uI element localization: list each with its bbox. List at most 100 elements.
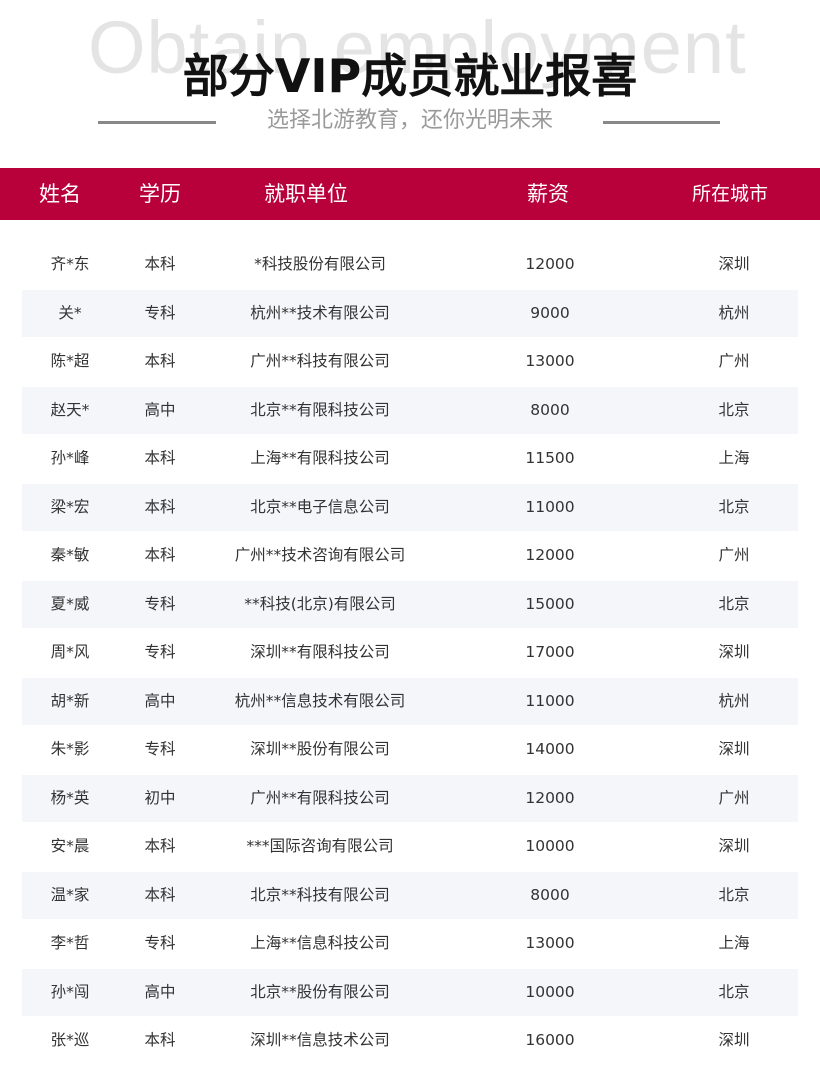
cell-city: 深圳 bbox=[718, 1031, 750, 1049]
cell-company: 北京**股份有限公司 bbox=[250, 982, 390, 1001]
cell-city: 深圳 bbox=[718, 837, 750, 855]
cell-name: 李*哲 bbox=[50, 934, 90, 952]
cell-salary: 8000 bbox=[530, 400, 570, 419]
cell-salary: 12000 bbox=[525, 255, 575, 273]
header-company: 就职单位 bbox=[264, 182, 348, 206]
table-row: 孙*闯 高中 北京**股份有限公司 10000 北京 bbox=[0, 968, 820, 1017]
cell-name: 安*晨 bbox=[50, 837, 90, 855]
cell-salary: 14000 bbox=[525, 740, 575, 758]
cell-name: 秦*敏 bbox=[50, 546, 90, 564]
cell-company: 北京**科技有限公司 bbox=[250, 885, 390, 904]
cell-salary: 10000 bbox=[525, 982, 575, 1001]
cell-name: 温*家 bbox=[50, 885, 90, 904]
cell-name: 朱*影 bbox=[50, 740, 90, 758]
cell-company: **科技(北京)有限公司 bbox=[244, 594, 396, 613]
cell-city: 杭州 bbox=[718, 303, 750, 322]
cell-education: 专科 bbox=[144, 594, 176, 613]
table-row: 陈*超 本科 广州**科技有限公司 13000 广州 bbox=[0, 337, 820, 386]
table-row: 朱*影 专科 深圳**股份有限公司 14000 深圳 bbox=[0, 725, 820, 774]
cell-education: 本科 bbox=[144, 885, 176, 904]
cell-company: 杭州**信息技术有限公司 bbox=[234, 691, 406, 710]
cell-name: 梁*宏 bbox=[50, 497, 90, 516]
cell-name: 关* bbox=[58, 303, 82, 322]
subtitle-divider-right bbox=[603, 121, 720, 124]
cell-name: 孙*闯 bbox=[50, 982, 90, 1001]
cell-name: 胡*新 bbox=[50, 691, 90, 710]
table-row: 孙*峰 本科 上海**有限科技公司 11500 上海 bbox=[0, 434, 820, 483]
cell-company: 广州**有限科技公司 bbox=[250, 788, 390, 807]
page-header: Obtain employment 部分VIP成员就业报喜 选择北游教育，还你光… bbox=[0, 0, 820, 168]
cell-education: 本科 bbox=[144, 1031, 176, 1049]
table-row: 李*哲 专科 上海**信息科技公司 13000 上海 bbox=[0, 919, 820, 968]
cell-company: 杭州**技术有限公司 bbox=[250, 303, 390, 322]
table-header: 姓名 学历 就职单位 薪资 所在城市 bbox=[0, 168, 820, 220]
cell-education: 专科 bbox=[144, 643, 176, 661]
cell-salary: 13000 bbox=[525, 934, 575, 952]
cell-company: 北京**有限科技公司 bbox=[250, 400, 390, 419]
cell-company: 深圳**股份有限公司 bbox=[250, 740, 390, 758]
cell-city: 北京 bbox=[718, 594, 750, 613]
cell-company: 深圳**有限科技公司 bbox=[250, 643, 390, 661]
header-city: 所在城市 bbox=[691, 183, 768, 205]
cell-company: *科技股份有限公司 bbox=[254, 255, 386, 273]
cell-name: 张*巡 bbox=[50, 1031, 90, 1049]
header-name: 姓名 bbox=[39, 182, 81, 206]
cell-city: 广州 bbox=[718, 546, 750, 564]
cell-salary: 9000 bbox=[530, 303, 570, 322]
cell-salary: 15000 bbox=[525, 594, 575, 613]
table-row: 赵天* 高中 北京**有限科技公司 8000 北京 bbox=[0, 386, 820, 435]
cell-education: 本科 bbox=[144, 352, 176, 370]
cell-city: 深圳 bbox=[718, 643, 750, 661]
cell-name: 赵天* bbox=[50, 400, 90, 419]
cell-salary: 16000 bbox=[525, 1031, 575, 1049]
cell-company: 深圳**信息技术公司 bbox=[250, 1031, 390, 1049]
cell-education: 高中 bbox=[144, 982, 176, 1001]
cell-salary: 13000 bbox=[525, 352, 575, 370]
cell-city: 上海 bbox=[718, 449, 750, 467]
cell-city: 北京 bbox=[718, 982, 750, 1001]
table-body: 齐*东 本科 *科技股份有限公司 12000 深圳 关* 专科 杭州**技术有限公司 9000 杭… bbox=[0, 240, 820, 1065]
cell-name: 陈*超 bbox=[50, 352, 90, 370]
cell-city: 深圳 bbox=[718, 740, 750, 758]
table-row: 梁*宏 本科 北京**电子信息公司 11000 北京 bbox=[0, 483, 820, 532]
cell-company: 上海**有限科技公司 bbox=[250, 449, 390, 467]
cell-salary: 17000 bbox=[525, 643, 575, 661]
cell-city: 广州 bbox=[718, 788, 750, 807]
cell-education: 专科 bbox=[144, 303, 176, 322]
cell-company: ***国际咨询有限公司 bbox=[246, 837, 394, 855]
cell-city: 广州 bbox=[718, 352, 750, 370]
cell-city: 上海 bbox=[718, 934, 750, 952]
cell-company: 上海**信息科技公司 bbox=[250, 934, 390, 952]
cell-name: 杨*英 bbox=[50, 788, 90, 807]
cell-education: 本科 bbox=[144, 837, 176, 855]
cell-salary: 12000 bbox=[525, 788, 575, 807]
cell-education: 本科 bbox=[144, 255, 176, 273]
cell-salary: 10000 bbox=[525, 837, 575, 855]
cell-salary: 11000 bbox=[525, 497, 575, 516]
cell-name: 齐*东 bbox=[50, 255, 90, 273]
cell-education: 专科 bbox=[144, 740, 176, 758]
cell-name: 周*风 bbox=[50, 643, 90, 661]
header-salary: 薪资 bbox=[527, 182, 569, 206]
header-education: 学历 bbox=[139, 182, 181, 206]
cell-city: 北京 bbox=[718, 497, 750, 516]
table-row: 关* 专科 杭州**技术有限公司 9000 杭州 bbox=[0, 289, 820, 338]
table-row: 安*晨 本科 ***国际咨询有限公司 10000 深圳 bbox=[0, 822, 820, 871]
cell-education: 专科 bbox=[144, 934, 176, 952]
cell-city: 杭州 bbox=[718, 691, 750, 710]
cell-education: 本科 bbox=[144, 546, 176, 564]
cell-salary: 8000 bbox=[530, 885, 570, 904]
page-title: 部分VIP成员就业报喜 bbox=[182, 49, 638, 103]
cell-company: 广州**技术咨询有限公司 bbox=[234, 546, 406, 564]
cell-education: 高中 bbox=[144, 691, 176, 710]
cell-company: 北京**电子信息公司 bbox=[250, 497, 390, 516]
cell-salary: 11000 bbox=[525, 691, 575, 710]
table-row: 夏*威 专科 **科技(北京)有限公司 15000 北京 bbox=[0, 580, 820, 629]
cell-name: 夏*威 bbox=[50, 594, 90, 613]
cell-education: 本科 bbox=[144, 497, 176, 516]
cell-company: 广州**科技有限公司 bbox=[250, 352, 390, 370]
table-row: 杨*英 初中 广州**有限科技公司 12000 广州 bbox=[0, 774, 820, 823]
table-row: 张*巡 本科 深圳**信息技术公司 16000 深圳 bbox=[0, 1016, 820, 1065]
cell-city: 北京 bbox=[718, 400, 750, 419]
cell-salary: 11500 bbox=[525, 449, 575, 467]
